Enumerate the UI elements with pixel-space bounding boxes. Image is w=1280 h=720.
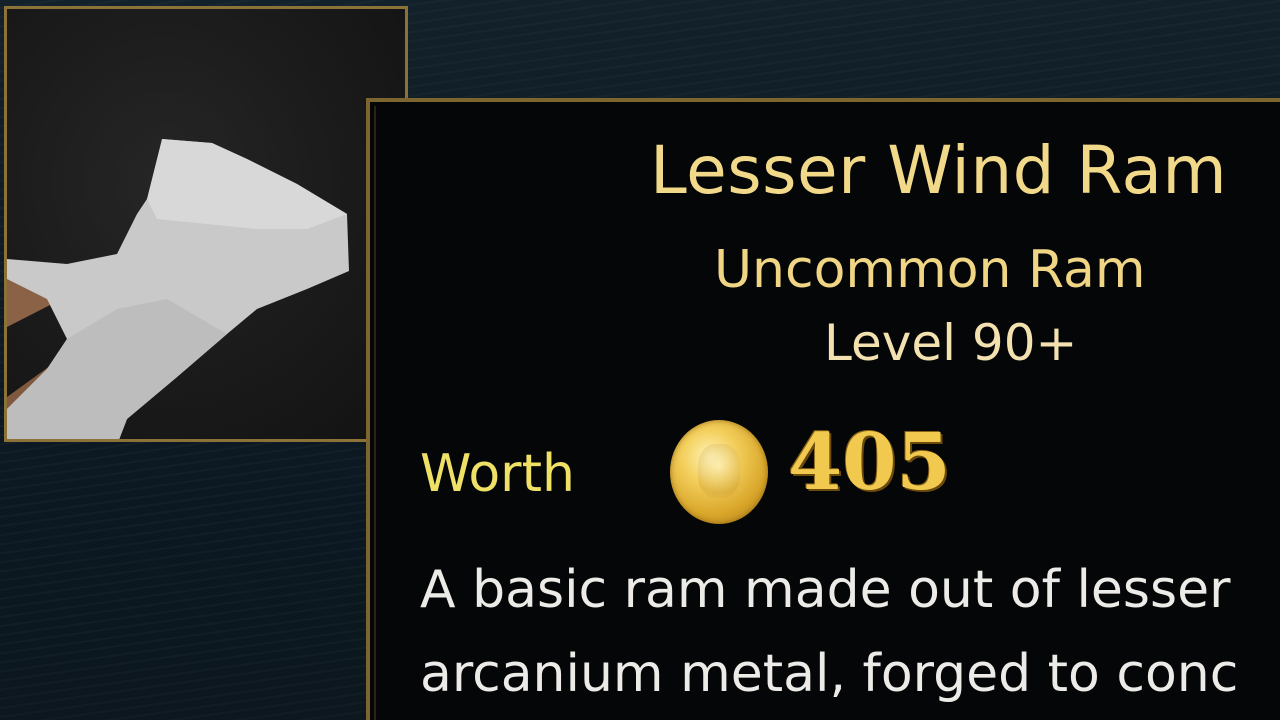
item-level-requirement: Level 90+ <box>824 314 1078 372</box>
coin-emboss <box>698 444 740 498</box>
tooltip-inner-border <box>374 106 376 720</box>
item-tooltip: Lesser Wind Ram Uncommon Ram Level 90+ W… <box>366 98 1280 720</box>
worth-label: Worth <box>420 444 575 504</box>
item-rarity: Uncommon Ram <box>714 240 1146 300</box>
worth-value: 405 <box>788 417 951 508</box>
item-name: Lesser Wind Ram <box>650 132 1228 209</box>
ram-item-icon <box>7 139 349 439</box>
item-description: A basic ram made out of lesser arcanium … <box>420 548 1280 716</box>
item-preview-slot[interactable] <box>4 6 408 442</box>
description-line: A basic ram made out of lesser <box>420 560 1231 620</box>
gold-coin-icon <box>670 420 768 524</box>
description-line: arcanium metal, forged to conc <box>420 644 1239 704</box>
